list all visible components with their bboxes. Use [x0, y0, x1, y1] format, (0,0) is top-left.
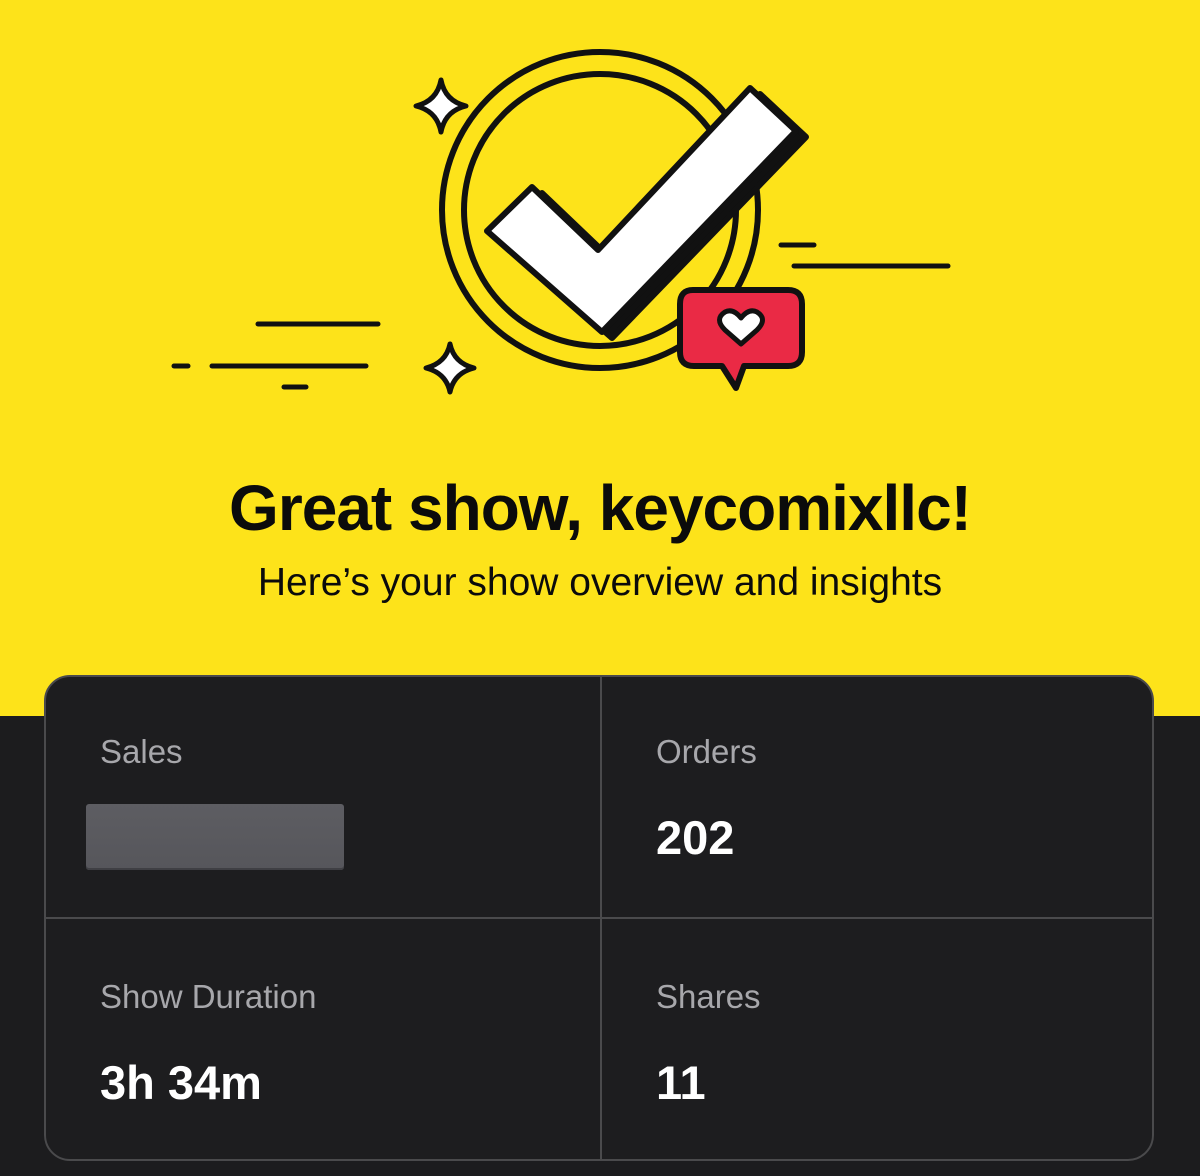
- stat-label: Show Duration: [100, 978, 317, 1015]
- hero-banner: Great show, keycomixllc! Here’s your sho…: [0, 0, 1200, 716]
- stat-value: 3h 34m: [100, 1056, 262, 1109]
- success-illustration: [171, 49, 951, 395]
- stat-label: Orders: [656, 733, 757, 770]
- stat-label: Sales: [100, 733, 183, 770]
- show-summary-screen: Great show, keycomixllc! Here’s your sho…: [0, 0, 1200, 1176]
- stat-value: 202: [656, 811, 735, 864]
- speed-lines-right: [778, 242, 951, 269]
- speed-lines-left: [171, 321, 381, 390]
- stat-value: 11: [656, 1056, 706, 1109]
- show-stats-card: Sales Orders 202 Show Duration 3h 34m Sh…: [44, 675, 1154, 1161]
- heart-chat-bubble-icon: [677, 287, 805, 391]
- stat-label: Shares: [656, 978, 761, 1015]
- sparkle-icon: [423, 341, 477, 395]
- sparkle-icon: [413, 77, 469, 135]
- page-title: Great show, keycomixllc!: [229, 472, 972, 544]
- grid-divider-horizontal: [46, 917, 1152, 919]
- redacted-value: [86, 804, 344, 870]
- page-subtitle: Here’s your show overview and insights: [257, 561, 943, 604]
